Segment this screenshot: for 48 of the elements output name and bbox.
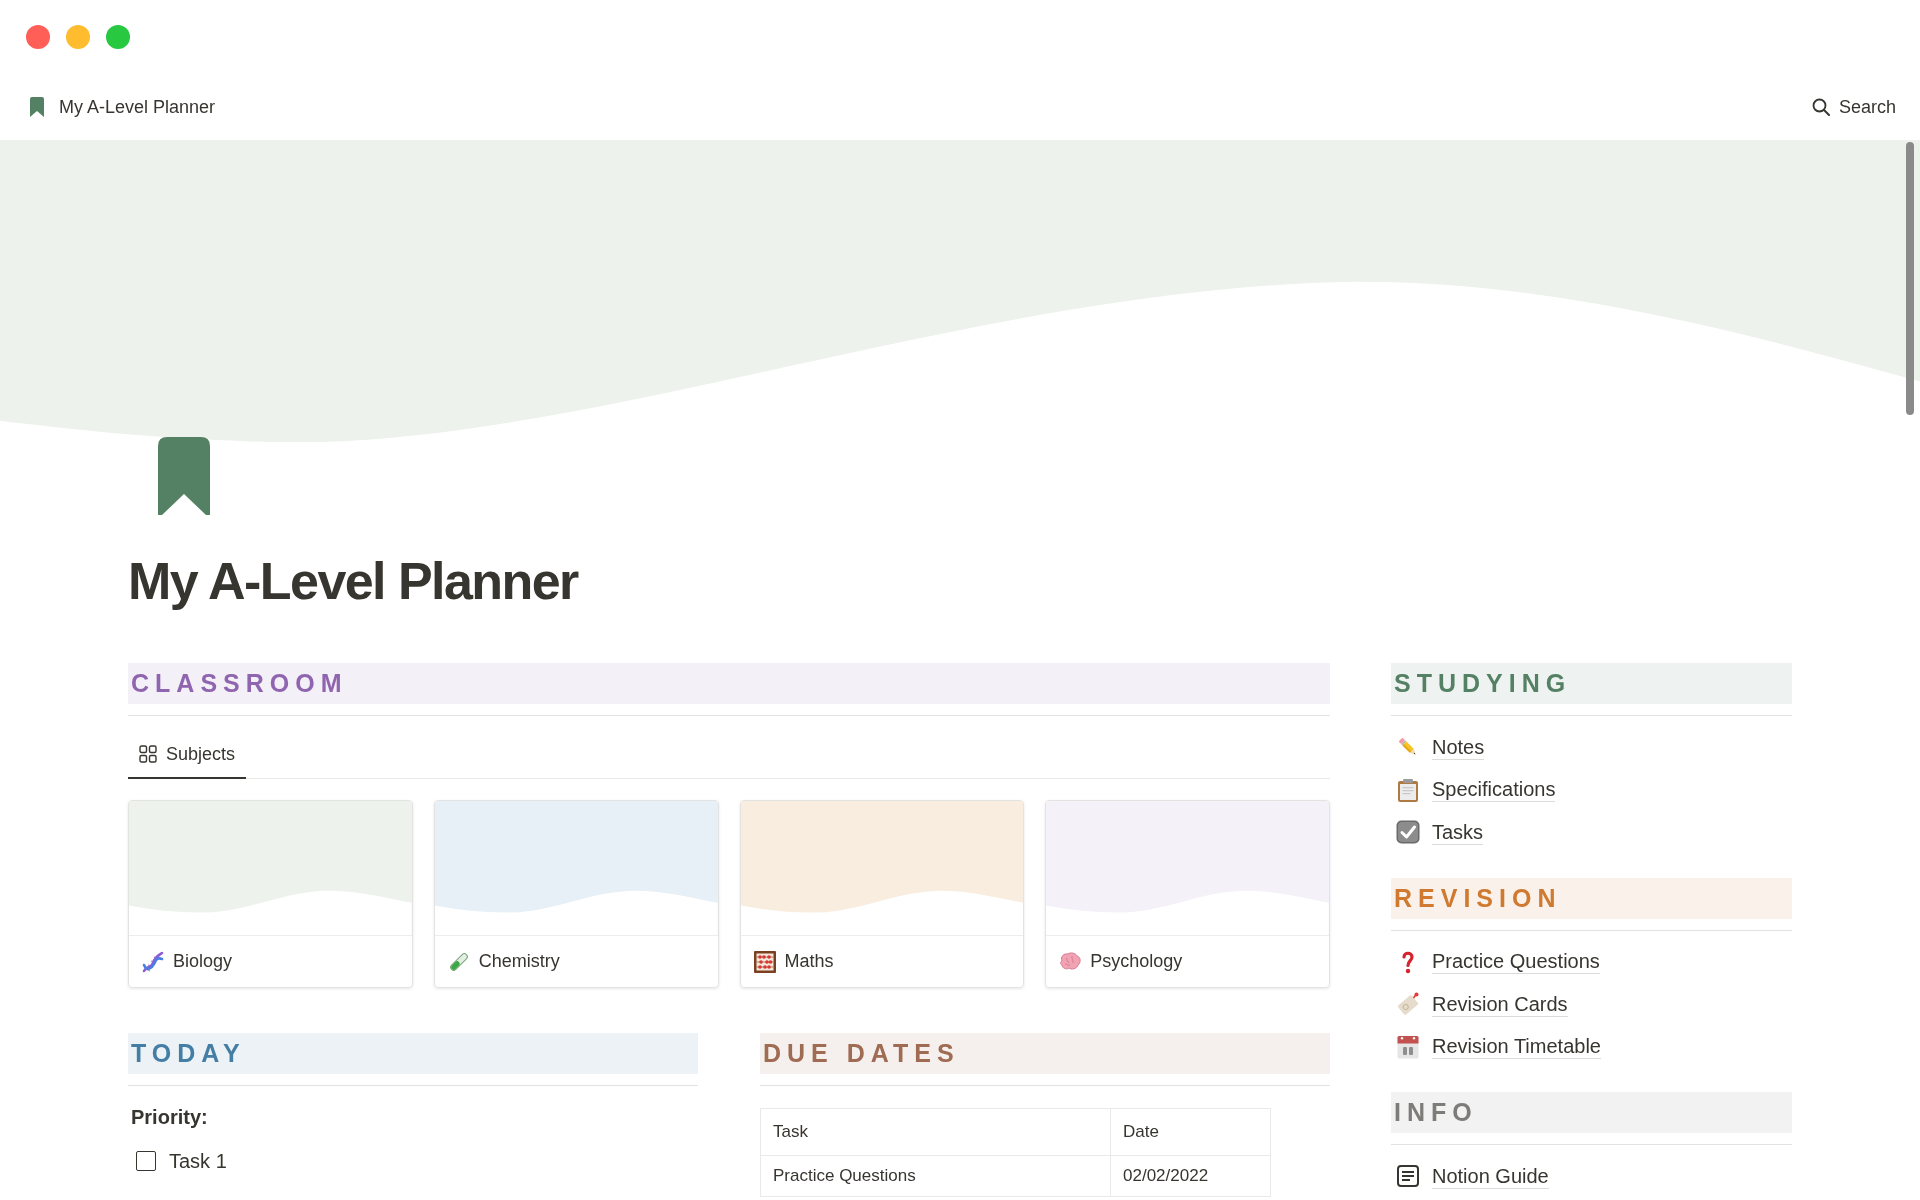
view-tab[interactable]: Subjects (128, 731, 247, 779)
priority-label: Priority: (130, 1105, 208, 1130)
bookmark-icon (30, 97, 44, 117)
question-mark-icon (1402, 949, 1414, 974)
subject-card[interactable]: Chemistry (433, 800, 719, 988)
checkmark-box-icon (1396, 820, 1420, 845)
search-button[interactable]: Search (1811, 96, 1896, 118)
page-title: My A-Level Planner (128, 551, 578, 612)
column-header: Date (1110, 1108, 1271, 1156)
subject-card[interactable]: Psychology (1045, 800, 1330, 988)
breadcrumb-link[interactable]: My A-Level Planner (30, 96, 216, 118)
maximize-icon[interactable] (106, 25, 130, 49)
section-heading: STUDYING (1391, 663, 1792, 704)
close-icon[interactable] (26, 25, 50, 49)
calendar-icon (1397, 1034, 1419, 1059)
section-heading: DUE DATES (760, 1033, 1330, 1074)
page-link[interactable]: Notion Guide (1391, 1155, 1549, 1198)
column-header: Task (760, 1108, 1111, 1156)
table-cell: Practice Questions (760, 1155, 1111, 1197)
page-link[interactable]: Revision Cards (1391, 983, 1568, 1026)
section-heading: REVISION (1391, 877, 1792, 919)
minimize-icon[interactable] (66, 25, 90, 49)
page-link[interactable]: Practice Questions (1391, 940, 1600, 983)
subject-card[interactable]: Biology (128, 800, 413, 988)
bookmark-icon (158, 437, 210, 515)
section-heading: TODAY (128, 1033, 698, 1074)
checkbox[interactable] (136, 1151, 156, 1171)
subject-name: Biology (173, 951, 233, 972)
section-heading: INFO (1391, 1092, 1792, 1133)
page-link[interactable]: Tasks (1391, 811, 1484, 854)
scrollbar-thumb[interactable] (1906, 142, 1914, 415)
subject-name: Chemistry (478, 951, 560, 972)
subject-name: Psychology (1090, 951, 1183, 972)
clipboard-icon (1397, 777, 1419, 802)
table-cell: 02/02/2022 (1110, 1155, 1271, 1197)
task-label: Task 1 (169, 1149, 227, 1173)
search-icon (1811, 98, 1830, 116)
logo-icon (1397, 1165, 1419, 1188)
brain-icon (1059, 951, 1082, 972)
dna-icon (142, 950, 164, 973)
subject-card[interactable]: Maths (739, 800, 1025, 988)
subject-name: Maths (784, 951, 834, 972)
page-link[interactable]: Notes (1391, 726, 1485, 769)
page-link[interactable]: Specifications (1391, 768, 1556, 811)
grid-icon (139, 745, 157, 763)
page-link[interactable]: Revision Timetable (1391, 1025, 1601, 1068)
abacus-icon (753, 950, 776, 973)
section-heading: CLASSROOM (128, 663, 1330, 704)
